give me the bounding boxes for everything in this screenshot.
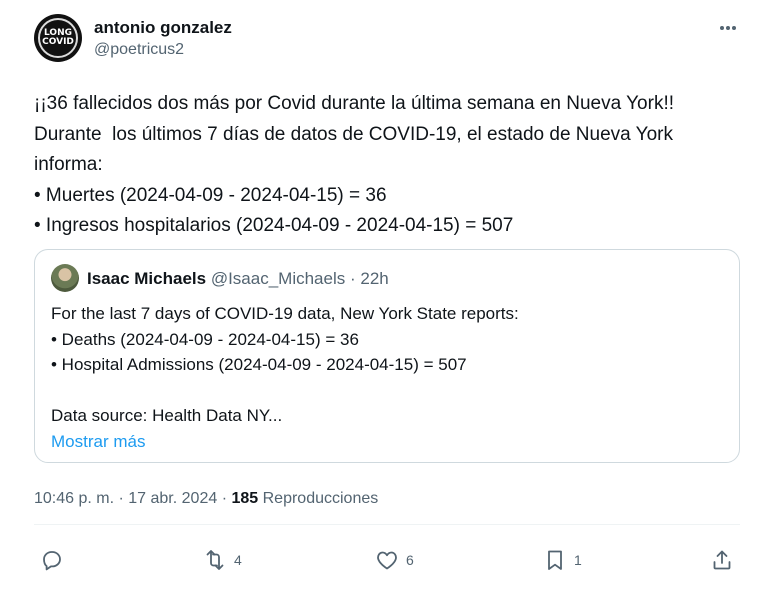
tweet-text-line: informa: <box>34 154 103 175</box>
author-display-name[interactable]: antonio gonzalez <box>94 17 232 39</box>
author-handle[interactable]: @poetricus2 <box>94 39 232 61</box>
quoted-tweet[interactable]: Isaac Michaels @Isaac_Michaels · 22h For… <box>34 249 740 463</box>
retweet-icon <box>206 550 224 570</box>
reply-button[interactable] <box>40 546 71 574</box>
retweet-count: 4 <box>234 552 242 568</box>
share-button[interactable] <box>710 546 734 574</box>
like-count: 6 <box>406 552 414 568</box>
meta-separator: · <box>221 490 228 507</box>
bookmark-count: 1 <box>574 552 582 568</box>
heart-icon <box>377 551 397 570</box>
tweet: LONG COVID antonio gonzalez @poetricus2 … <box>0 0 760 594</box>
show-more-link[interactable]: Mostrar más <box>51 429 721 455</box>
bookmark-button[interactable]: 1 <box>543 546 582 574</box>
quoted-text-line: • Deaths (2024-04-09 - 2024-04-15) = 36 <box>51 329 359 349</box>
quoted-text-line: For the last 7 days of COVID-19 data, Ne… <box>51 304 519 323</box>
quoted-time[interactable]: 22h <box>360 269 388 288</box>
author-avatar[interactable]: LONG COVID <box>34 14 82 62</box>
quoted-text-line <box>51 378 721 404</box>
quoted-separator: · <box>349 269 356 288</box>
views-label: Reproducciones <box>262 490 379 507</box>
like-button[interactable]: 6 <box>375 546 414 574</box>
quoted-text-line: Data source: Health Data NY... <box>51 406 283 425</box>
share-icon <box>713 550 731 570</box>
tweet-timestamp[interactable]: 10:46 p. m. · 17 abr. 2024 <box>34 490 217 507</box>
quoted-text-line: • Hospital Admissions (2024-04-09 - 2024… <box>51 355 467 374</box>
quoted-header: Isaac Michaels @Isaac_Michaels · 22h <box>87 268 389 290</box>
bookmark-icon <box>548 550 562 570</box>
retweet-button[interactable]: 4 <box>203 546 242 574</box>
divider <box>34 524 740 525</box>
quoted-handle: @Isaac_Michaels <box>210 269 346 288</box>
tweet-meta: 10:46 p. m. · 17 abr. 2024 · 185 Reprodu… <box>34 488 378 510</box>
author-info: antonio gonzalez @poetricus2 <box>94 17 232 61</box>
tweet-text-line: • Muertes (2024-04-09 - 2024-04-15) = 36 <box>34 184 387 206</box>
reply-icon <box>43 551 61 571</box>
more-options-button[interactable] <box>716 18 740 38</box>
avatar-logo-text: LONG COVID <box>42 28 74 47</box>
quoted-author-avatar[interactable] <box>51 264 79 292</box>
tweet-text-line: Durante los últimos 7 días de datos de C… <box>34 123 673 145</box>
action-bar: 4 6 1 <box>40 546 740 574</box>
tweet-text-line: • Ingresos hospitalarios (2024-04-09 - 2… <box>34 215 514 236</box>
more-dots-icon <box>720 26 736 30</box>
quoted-display-name[interactable]: Isaac Michaels <box>87 269 206 288</box>
tweet-text-line: ¡¡36 fallecidos dos más por Covid durant… <box>34 93 675 114</box>
tweet-text: ¡¡36 fallecidos dos más por Covid durant… <box>34 89 746 242</box>
views-count: 185 <box>231 490 259 507</box>
quoted-text: For the last 7 days of COVID-19 data, Ne… <box>51 301 721 454</box>
